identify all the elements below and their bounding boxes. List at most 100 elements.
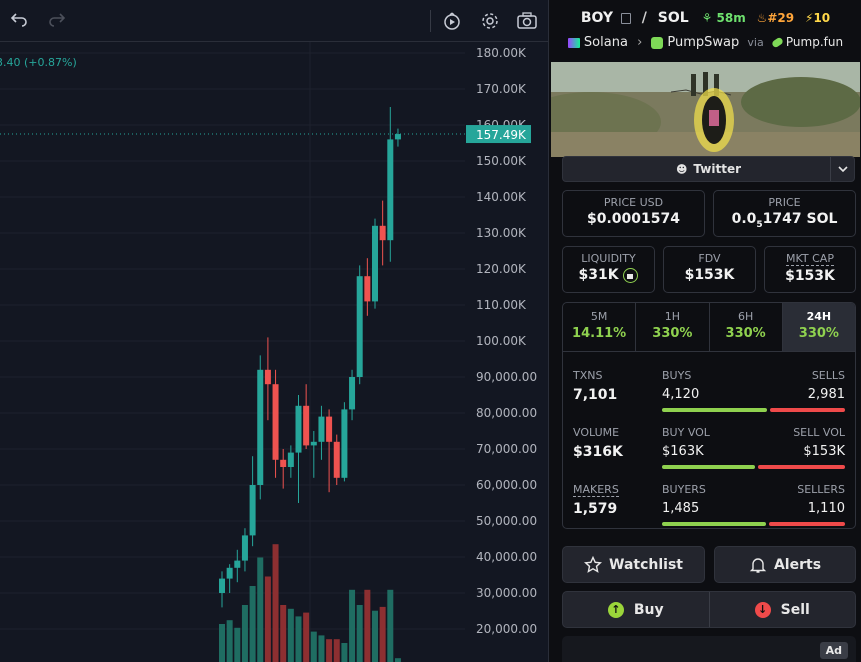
price-native-rest: 1747 SOL: [762, 211, 838, 227]
liquidity-label: LIQUIDITY: [581, 252, 636, 265]
ad-slot[interactable]: Ad: [562, 636, 856, 662]
volume-label: VOLUME: [573, 426, 620, 439]
tab-5m[interactable]: 5M 14.11%: [563, 303, 637, 351]
token-banner-image: [551, 62, 860, 157]
price-usd-value: $0.0001574: [587, 211, 680, 227]
tab-1h[interactable]: 1H 330%: [636, 303, 710, 351]
chevron-down-icon[interactable]: [830, 157, 854, 181]
volume-bar: [264, 576, 271, 662]
volume-bar: [333, 639, 340, 662]
volume-bar: [387, 589, 394, 662]
settings-icon[interactable]: [477, 8, 503, 34]
tab-6h-label: 6H: [737, 310, 754, 323]
price-chart[interactable]: 180.00K170.00K160.00K150.00K140.00K130.0…: [0, 0, 548, 662]
sells-value: 2,981: [807, 387, 845, 402]
dex-link[interactable]: PumpSwap: [667, 35, 739, 50]
price-native-value: 0.051747 SOL: [714, 211, 855, 230]
alerts-button[interactable]: Alerts: [714, 546, 856, 583]
candle: [310, 441, 317, 446]
sell-button[interactable]: ↓ Sell: [710, 592, 856, 627]
volume-bar: [318, 635, 325, 662]
sells-label: SELLS: [811, 369, 845, 382]
copy-icon[interactable]: [620, 12, 631, 24]
candle: [364, 276, 371, 302]
twitter-button[interactable]: ☻ Twitter: [562, 156, 855, 182]
watchlist-button[interactable]: Watchlist: [562, 546, 705, 583]
volume-row: VOLUME $316K BUY VOL $163K SELL VOL $153…: [563, 416, 857, 470]
y-tick-label: 20,000.00: [476, 622, 537, 636]
candle: [394, 134, 401, 140]
launchpad-link[interactable]: Pump.fun: [786, 35, 843, 49]
mktcap-box: MKT CAP $153K: [764, 246, 856, 293]
via-label: via: [747, 36, 764, 49]
chain-link[interactable]: Solana: [584, 35, 628, 50]
mktcap-value: $153K: [785, 268, 835, 284]
tab-6h[interactable]: 6H 330%: [710, 303, 783, 351]
candle: [249, 485, 256, 536]
y-tick-label: 80,000.00: [476, 406, 537, 420]
makers-row: MAKERS 1,579 BUYERS 1,485 SELLERS 1,110: [563, 473, 857, 527]
txns-value: 7,101: [573, 387, 618, 403]
transactions-stats: TXNS 7,101 BUYS 4,120 SELLS 2,981 VOLUME…: [562, 351, 856, 529]
chart-toolbar: [0, 0, 548, 42]
txns-label: TXNS: [573, 369, 603, 382]
volume-bar: [372, 610, 378, 662]
bell-icon: [749, 557, 767, 573]
volume-bar: [326, 639, 333, 662]
buyers-bar: [662, 522, 766, 526]
buyers-value: 1,485: [662, 501, 700, 516]
candle: [219, 578, 225, 593]
redo-icon[interactable]: [44, 8, 70, 34]
candle: [326, 416, 333, 442]
fdv-box: FDV $153K: [663, 246, 756, 293]
candle: [356, 276, 363, 377]
boost-count-value: 10: [813, 11, 831, 25]
volume-bar: [364, 589, 371, 662]
buy-button[interactable]: ↑ Buy: [563, 592, 710, 627]
toolbar-divider: [430, 10, 431, 32]
tab-24h-label: 24H: [806, 310, 832, 323]
y-tick-label: 170.00K: [476, 82, 527, 96]
candle: [241, 535, 248, 561]
y-tick-label: 60,000.00: [476, 478, 537, 492]
arrow-up-icon: ↑: [607, 601, 624, 618]
y-tick-label: 140.00K: [476, 190, 527, 204]
camera-icon[interactable]: [514, 8, 540, 34]
replay-icon[interactable]: [439, 8, 465, 34]
tab-24h[interactable]: 24H 330%: [782, 303, 855, 351]
tab-1h-label: 1H: [664, 310, 681, 323]
sellers-value: 1,110: [807, 501, 845, 516]
candle: [264, 369, 271, 385]
price-native-label: PRICE: [768, 196, 801, 209]
candle: [295, 405, 302, 453]
volume-bar: [257, 557, 264, 662]
boost-count[interactable]: ⚡10: [805, 11, 830, 25]
buys-bar: [662, 408, 767, 412]
candle: [341, 409, 348, 478]
y-tick-label: 110.00K: [476, 298, 527, 312]
star-icon: [584, 555, 602, 573]
buys-value: 4,120: [662, 387, 700, 402]
price-change-text: 3.40 (+0.87%): [0, 56, 77, 69]
volume-bar: [272, 544, 279, 662]
sellers-label: SELLERS: [797, 483, 845, 496]
buy-vol-bar: [662, 465, 755, 469]
sell-vol-label: SELL VOL: [793, 426, 845, 439]
undo-icon[interactable]: [6, 8, 32, 34]
buy-vol-value: $163K: [662, 444, 704, 459]
volume-bar: [310, 631, 317, 662]
trending-rank[interactable]: ♨#29: [757, 11, 795, 25]
chart-pane[interactable]: 180.00K 170.00K 160.00K 150.00K 140.00K 130.0…: [0, 0, 548, 662]
twitter-label: Twitter: [693, 162, 742, 176]
tab-1h-change: 330%: [652, 326, 693, 341]
sell-label: Sell: [780, 601, 810, 618]
current-price-label: 157.49K: [476, 128, 527, 142]
app-root: 180.00K 170.00K 160.00K 150.00K 140.00K 130.0…: [0, 0, 861, 662]
makers-label: MAKERS: [573, 483, 619, 497]
fdv-label: FDV: [698, 252, 721, 265]
pair-age-value: 58m: [716, 11, 746, 25]
lock-icon: [623, 267, 639, 283]
y-tick-label: 90,000.00: [476, 370, 537, 384]
alerts-label: Alerts: [773, 556, 822, 573]
price-usd-box: PRICE USD $0.0001574: [562, 190, 705, 237]
